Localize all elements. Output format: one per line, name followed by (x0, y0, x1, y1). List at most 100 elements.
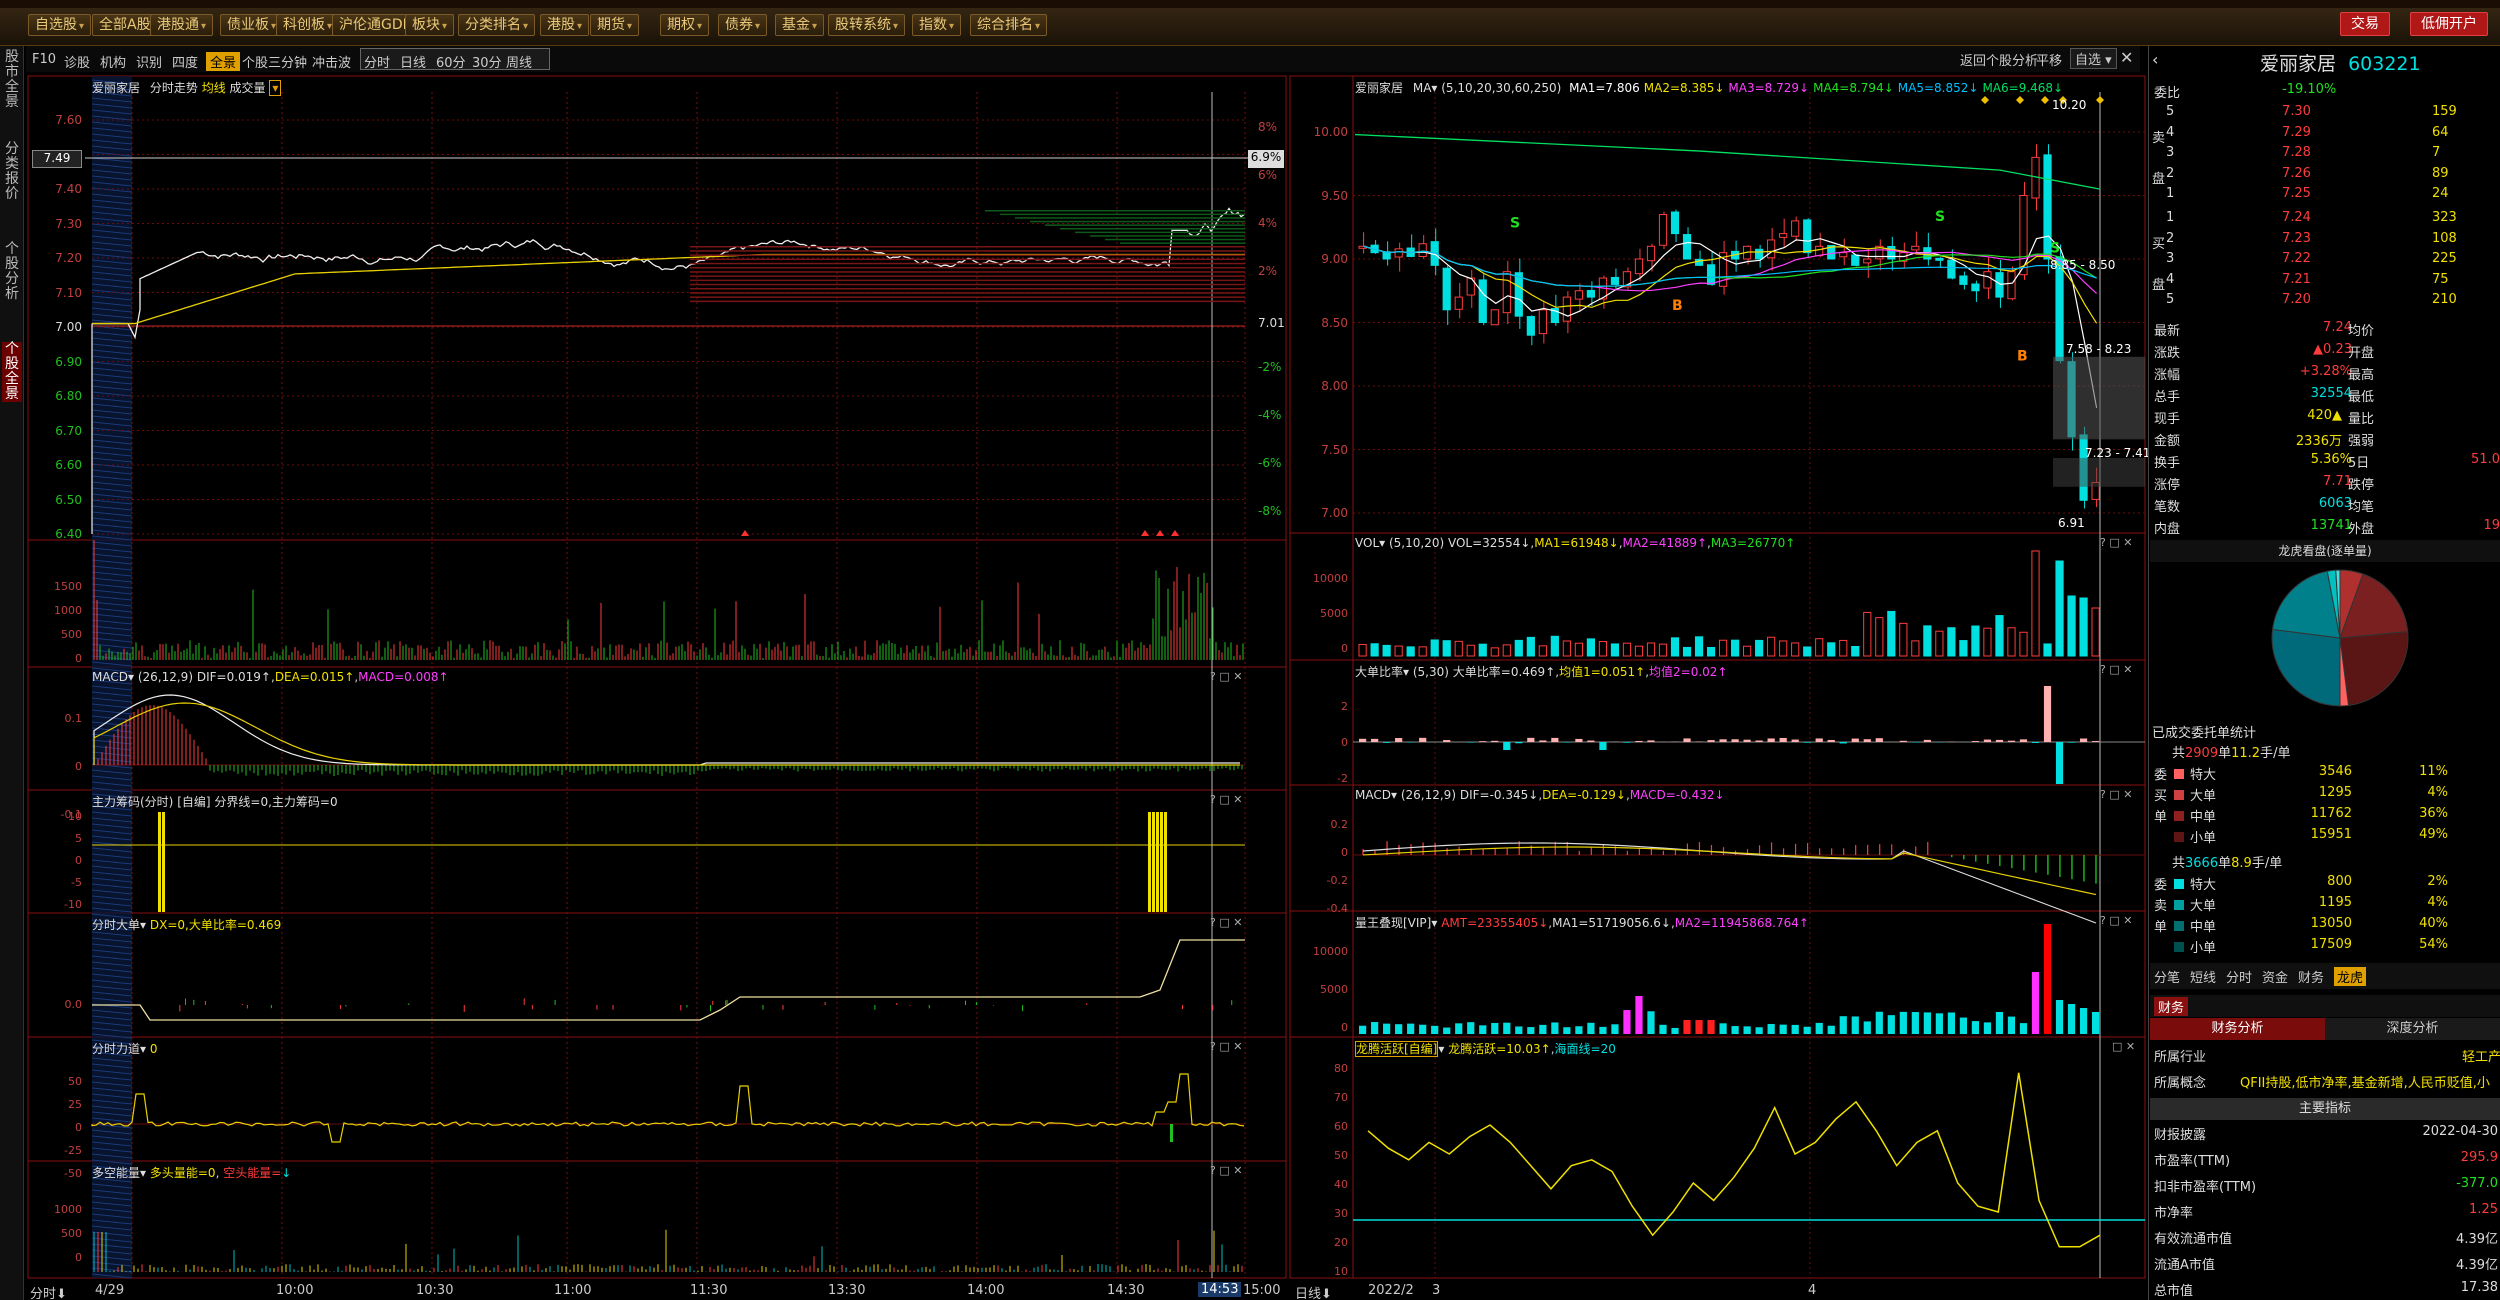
kvol-bar (1514, 639, 1523, 657)
intraday-vol-label: 成交量 (229, 81, 266, 95)
lw-name[interactable]: 量王叠现[VIP] (1355, 916, 1431, 930)
intraday-avg-label: 均线 (201, 81, 226, 95)
buy_rows-v: 15951 (2310, 827, 2352, 842)
dadan-name[interactable]: 分时大单 (92, 918, 140, 932)
signal-marker-S: S (1935, 209, 1945, 225)
kvol-name[interactable]: VOL (1355, 536, 1379, 550)
panel-controls[interactable]: ? □ ✕ (1210, 916, 1242, 929)
lidao-name[interactable]: 分时力道 (92, 1042, 140, 1056)
kline-xaxis-button[interactable]: 日线⬇ (1295, 1283, 1332, 1300)
kdadan-name[interactable]: 大单比率 (1355, 665, 1403, 679)
lw-bar (1551, 1022, 1559, 1034)
lw-bar (1875, 1011, 1883, 1034)
intraday-menu-button[interactable]: ▾ (269, 80, 282, 96)
lw-bar (1383, 1023, 1391, 1034)
candle-down (1478, 279, 1487, 323)
sell-total-n: 3666 (2185, 856, 2219, 871)
kvol-params: (5,10,20) (1388, 536, 1445, 550)
back-icon[interactable]: ‹ (2152, 50, 2158, 69)
kdadan-bar (2043, 686, 2052, 742)
candle-down (1947, 259, 1956, 279)
panel-controls[interactable]: ? □ ✕ (1210, 670, 1242, 683)
quote-subtab-5[interactable]: 龙虎 (2334, 967, 2367, 986)
current-price-tag: 7.49 (32, 150, 82, 168)
candle-up (1574, 290, 1583, 300)
candle-down (1971, 283, 1980, 292)
buy-v: 75 (2432, 271, 2449, 287)
candle-up (1767, 239, 1776, 259)
panel-controls[interactable]: ? □ ✕ (1210, 1040, 1242, 1053)
intraday-xaxis-button[interactable]: 分时⬇ (30, 1283, 67, 1300)
depth-bar-sell (690, 279, 1245, 282)
buy-total: 共2909单11.2手/单 (2172, 742, 2290, 761)
stat-k: 最新 (2154, 324, 2181, 339)
fin-row: 流通A市值 4.39亿 (2152, 1254, 2500, 1276)
kdadan-bar (1527, 737, 1535, 742)
macd-name[interactable]: MACD (92, 670, 128, 684)
quote-subtab-1[interactable]: 短线 (2190, 967, 2216, 986)
lidao-bar (1170, 1124, 1173, 1142)
ma-button[interactable]: MA (1413, 81, 1432, 95)
panel-controls[interactable]: ? □ ✕ (1210, 793, 1242, 806)
kmacd-name[interactable]: MACD (1355, 788, 1391, 802)
buy-p: 7.20 (2282, 292, 2311, 307)
duokong-name[interactable]: 多空能量 (92, 1166, 140, 1180)
kvol-bar (1586, 638, 1596, 657)
depth-bar-sell (690, 300, 1245, 303)
fin-row: 市净率 1.25 (2152, 1202, 2500, 1224)
vol-ylabel: 500 (61, 628, 82, 641)
depth-bar-buy (1105, 238, 1245, 241)
stat-k2: 最低 (2348, 390, 2375, 405)
fin-tab[interactable]: 财务 (2154, 997, 2189, 1016)
lw-bar (1911, 1012, 1919, 1034)
buy-lv: 5 (2166, 292, 2175, 307)
macd-macd: MACD=0.008↑ (358, 670, 449, 684)
signal-marker-B: B (2017, 349, 2028, 365)
kvol-bar (1562, 640, 1571, 657)
panel-controls[interactable]: □ ✕ (2112, 1040, 2135, 1053)
sell-v: 64 (2432, 124, 2449, 140)
quote-subtab-3[interactable]: 资金 (2262, 967, 2288, 986)
panel-controls[interactable]: ? □ ✕ (2100, 663, 2132, 676)
lt-name[interactable]: 龙腾活跃[自编] (1355, 1041, 1439, 1057)
panel-controls[interactable]: ? □ ✕ (1210, 1164, 1242, 1177)
fin-analysis-tab[interactable]: 财务分析 (2150, 1018, 2325, 1040)
candle-up (1502, 271, 1511, 314)
quote-subtab-2[interactable]: 分时 (2226, 967, 2252, 986)
panel-controls[interactable]: ? □ ✕ (2100, 788, 2132, 801)
quote-subtab-4[interactable]: 财务 (2298, 967, 2324, 986)
kdadan-bar (1683, 738, 1691, 742)
concept-label: 所属概念 (2154, 1076, 2207, 1091)
kdadan-bar (1755, 740, 1763, 742)
lt-ylabel: 30 (1334, 1207, 1348, 1220)
stat-k: 金额 (2154, 434, 2181, 449)
quote-subtab-0[interactable]: 分笔 (2154, 967, 2180, 986)
lw-ylabel: 5000 (1320, 983, 1348, 996)
sell_rows-v: 1195 (2318, 895, 2352, 910)
stat-row: 最新 7.24 均价 (2152, 320, 2500, 340)
stat-k2: 均笔 (2348, 500, 2375, 515)
signal-triangle (1141, 530, 1149, 536)
kvol-bar (1418, 646, 1427, 657)
panel-controls[interactable]: ? □ ✕ (2100, 536, 2132, 549)
candle-up (1983, 271, 1992, 289)
kdadan-bar (1815, 738, 1823, 742)
kvol-bar (1779, 640, 1788, 657)
fin-row: 有效流通市值 4.39亿 (2152, 1228, 2500, 1250)
kvol-bar (1827, 642, 1836, 657)
lw-header: 量王叠现[VIP]▾ AMT=23355405↓,MA1=51719056.6↓… (1355, 916, 1809, 930)
diamond-marker (2041, 96, 2049, 104)
kvol-bar (1454, 640, 1463, 657)
lw-bar (1635, 996, 1643, 1034)
lt-v: 龙腾活跃=10.03↑ (1448, 1042, 1551, 1056)
duokong-v3: ↓ (281, 1166, 292, 1180)
panel-controls[interactable]: ? □ ✕ (2100, 914, 2132, 927)
stat-v: 7.24 (2323, 320, 2352, 335)
depth-bar-sell (690, 283, 1245, 286)
kdadan-bar (1647, 740, 1655, 742)
ma-value-0: MA1=7.806 (1569, 81, 1640, 95)
candle-up (1394, 248, 1403, 258)
lt-ylabel: 10 (1334, 1265, 1348, 1278)
deep-analysis-tab[interactable]: 深度分析 (2325, 1018, 2500, 1040)
intraday-xlabel: 11:30 (690, 1283, 728, 1298)
